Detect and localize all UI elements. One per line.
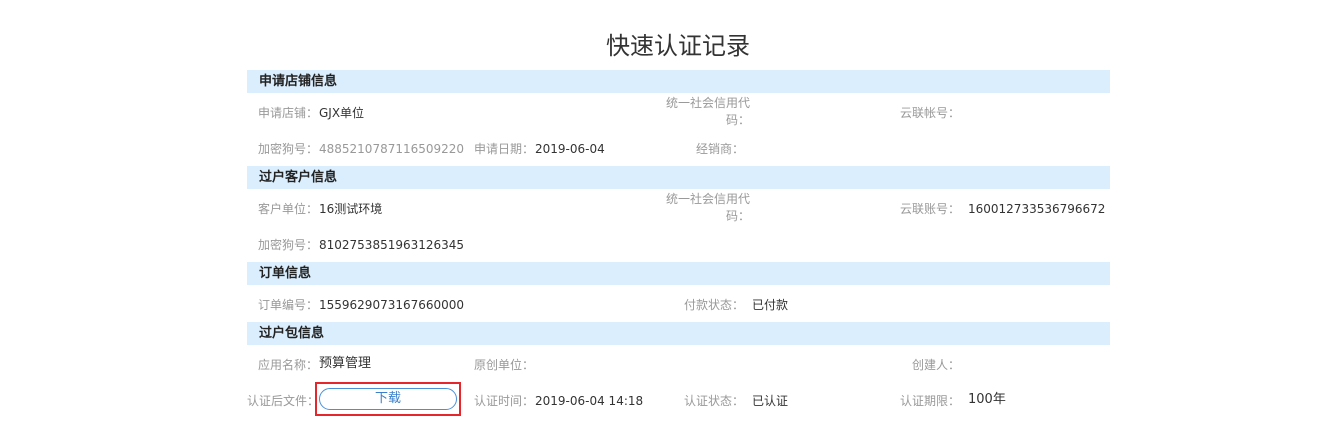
store-value: GJX单位 [319, 106, 365, 120]
app-name-value: 预算管理 [319, 356, 372, 371]
auth-status-value: 已认证 [752, 394, 789, 408]
store-dongle-label: 加密狗号： [258, 142, 319, 156]
origin-unit-label: 原创单位： [474, 358, 535, 372]
page-title: 快速认证记录 [606, 32, 750, 60]
section-header-package: 过户包信息 [247, 322, 1110, 345]
store-apply-date-label: 申请日期： [474, 142, 535, 156]
order-no-label: 订单编号： [258, 298, 319, 312]
auth-period-value: 100年 [968, 392, 1006, 407]
customer-unit-value: 16测试环境 [319, 202, 383, 216]
download-button[interactable]: 下载 [319, 388, 457, 410]
store-cloud-account-label: 云联帐号： [899, 106, 960, 120]
quick-auth-record-page: 快速认证记录 申请店铺信息 申请店铺： GJX单位 统一社会信用代码： 云联帐号… [0, 0, 1344, 422]
auth-status-label: 认证状态： [683, 394, 744, 408]
store-apply-date-value: 2019-06-04 [535, 142, 605, 156]
store-dongle-value: 4885210787116509220 [319, 142, 465, 156]
auth-time-label: 认证时间： [474, 394, 535, 408]
customer-dongle-value: 8102753851963126345 [319, 238, 465, 252]
customer-credit-code-label: 统一社会信用代码： [665, 192, 750, 223]
customer-dongle-label: 加密狗号： [258, 238, 319, 252]
section-header-customer: 过户客户信息 [247, 166, 1110, 189]
auth-period-label: 认证期限： [899, 394, 960, 408]
section-header-order: 订单信息 [247, 262, 1110, 285]
pay-status-value: 已付款 [752, 298, 789, 312]
customer-unit-label: 客户单位： [258, 202, 319, 216]
app-name-label: 应用名称： [258, 358, 319, 372]
store-credit-code-label: 统一社会信用代码： [665, 96, 750, 127]
file-label: 认证后文件： [247, 394, 320, 408]
creator-label: 创建人： [911, 358, 960, 372]
customer-cloud-account-value: 160012733536796672 [968, 202, 1106, 216]
order-no-value: 1559629073167660000 [319, 298, 465, 312]
customer-cloud-account-label: 云联账号： [899, 202, 960, 216]
auth-time-value: 2019-06-04 14:18 [535, 394, 644, 408]
section-header-store: 申请店铺信息 [247, 70, 1110, 93]
store-dealer-label: 经销商： [695, 142, 744, 156]
pay-status-label: 付款状态： [683, 298, 744, 312]
store-label: 申请店铺： [258, 106, 319, 120]
